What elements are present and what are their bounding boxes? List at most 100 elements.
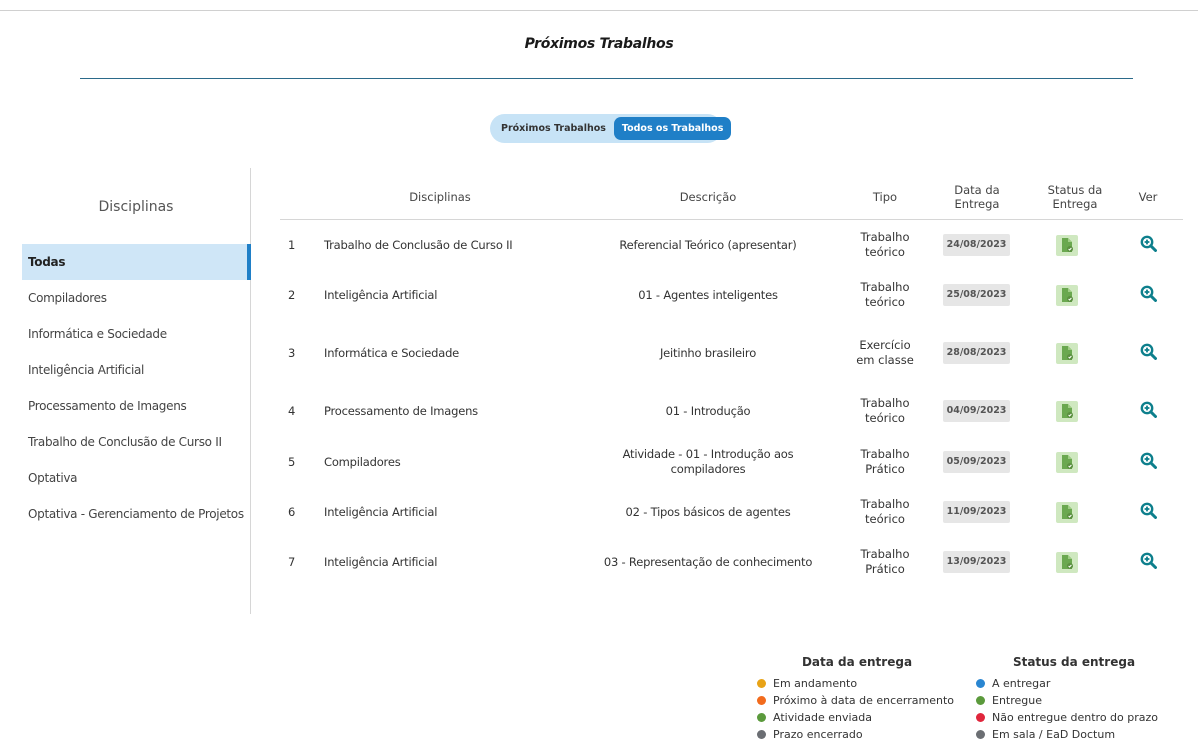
col-header-ver: Ver <box>1138 190 1158 205</box>
row-ver <box>1136 386 1160 436</box>
zoom-in-icon[interactable] <box>1140 502 1157 523</box>
legend-label: A entregar <box>992 677 1051 690</box>
sidebar-item-processamento-de-imagens[interactable]: Processamento de Imagens <box>22 388 251 424</box>
file-delivered-icon[interactable] <box>1056 400 1078 422</box>
sidebar-item-label: Informática e Sociedade <box>28 327 167 341</box>
sidebar-item-inteligencia-artificial[interactable]: Inteligência Artificial <box>22 352 251 388</box>
sidebar-item-informatica-e-sociedade[interactable]: Informática e Sociedade <box>22 316 251 352</box>
sidebar-item-label: Optativa - Gerenciamento de Projetos <box>28 507 244 521</box>
status-dot <box>976 679 985 688</box>
legend-data-entrega: Data da entrega Em andamento Próximo à d… <box>757 655 957 743</box>
legend-title: Data da entrega <box>801 655 913 669</box>
row-descricao: 03 - Representação de conhecimento <box>603 554 813 569</box>
status-dot <box>757 696 766 705</box>
row-number: 2 <box>288 287 296 302</box>
view-toggle: Próximos Trabalhos Todos os Trabalhos <box>490 114 732 143</box>
legend-label: Em andamento <box>773 677 858 690</box>
row-tipo: Trabalho teórico <box>860 280 910 309</box>
sidebar-item-optativa[interactable]: Optativa <box>22 460 251 496</box>
sidebar-item-todas[interactable]: Todas <box>22 244 251 280</box>
row-descricao: 02 - Tipos básicos de agentes <box>625 504 791 519</box>
sidebar-item-label: Inteligência Artificial <box>28 363 145 377</box>
sidebar-item-label: Todas <box>28 255 66 269</box>
sidebar-item-compiladores[interactable]: Compiladores <box>22 280 251 316</box>
row-date: 28/08/2023 <box>942 322 1011 384</box>
table-row: 5 Compiladores Atividade - 01 - Introduç… <box>280 437 1183 487</box>
date-badge: 04/09/2023 <box>942 399 1011 423</box>
status-dot <box>757 713 766 722</box>
legend-item: Prazo encerrado <box>757 726 957 743</box>
row-status <box>1055 386 1079 436</box>
sidebar-item-tcc-ii[interactable]: Trabalho de Conclusão de Curso II <box>22 424 251 460</box>
file-delivered-icon[interactable] <box>1056 451 1078 473</box>
sidebar-item-optativa-gerenciamento[interactable]: Optativa - Gerenciamento de Projetos <box>22 496 251 532</box>
toggle-upcoming-works[interactable]: Próximos Trabalhos <box>493 117 614 140</box>
row-descricao: Jeitinho brasileiro <box>659 345 757 360</box>
legend-item: Não entregue dentro do prazo <box>976 709 1172 726</box>
page-title: Próximos Trabalhos <box>524 36 674 52</box>
row-date: 04/09/2023 <box>942 386 1011 436</box>
legend-item: Em sala / EaD Doctum <box>976 726 1172 743</box>
top-divider <box>0 10 1198 11</box>
row-ver <box>1136 322 1160 384</box>
table-row: 2 Inteligência Artificial 01 - Agentes i… <box>280 270 1183 320</box>
zoom-in-icon[interactable] <box>1140 285 1157 306</box>
row-number: 6 <box>288 504 296 519</box>
zoom-in-icon[interactable] <box>1140 235 1157 256</box>
legend-label: Não entregue dentro do prazo <box>992 711 1159 724</box>
file-delivered-icon[interactable] <box>1056 284 1078 306</box>
row-disciplina: Inteligência Artificial <box>324 287 438 302</box>
row-number: 3 <box>288 345 296 360</box>
row-date: 11/09/2023 <box>942 487 1011 537</box>
row-status <box>1055 437 1079 487</box>
status-dot <box>976 730 985 739</box>
col-header-disciplinas: Disciplinas <box>409 190 471 205</box>
zoom-in-icon[interactable] <box>1140 401 1157 422</box>
file-delivered-icon[interactable] <box>1056 342 1078 364</box>
row-ver <box>1136 270 1160 320</box>
date-badge: 05/09/2023 <box>942 450 1011 474</box>
legend-label: Prazo encerrado <box>773 728 863 741</box>
zoom-in-icon[interactable] <box>1140 343 1157 364</box>
file-delivered-icon[interactable] <box>1056 501 1078 523</box>
table-row: 3 Informática e Sociedade Jeitinho brasi… <box>280 322 1183 384</box>
row-descricao: 01 - Agentes inteligentes <box>638 287 778 302</box>
col-header-status: Status da Entrega <box>1047 183 1103 211</box>
file-delivered-icon[interactable] <box>1056 551 1078 573</box>
row-date: 05/09/2023 <box>942 437 1011 487</box>
table-row: 6 Inteligência Artificial 02 - Tipos bás… <box>280 487 1183 537</box>
row-disciplina: Inteligência Artificial <box>324 554 438 569</box>
row-tipo: Trabalho Prático <box>860 547 910 576</box>
zoom-in-icon[interactable] <box>1140 552 1157 573</box>
legend-title: Status da entrega <box>1012 655 1136 669</box>
legend-item: Atividade enviada <box>757 709 957 726</box>
row-number: 1 <box>288 237 296 252</box>
legend-item: Próximo à data de encerramento <box>757 692 957 709</box>
row-status <box>1055 487 1079 537</box>
row-date: 24/08/2023 <box>942 220 1011 270</box>
status-dot <box>757 679 766 688</box>
date-badge: 11/09/2023 <box>942 500 1011 524</box>
col-header-tipo: Tipo <box>872 190 898 205</box>
toggle-all-works[interactable]: Todos os Trabalhos <box>613 117 732 140</box>
zoom-in-icon[interactable] <box>1140 452 1157 473</box>
row-disciplina: Compiladores <box>324 454 401 469</box>
row-descricao: Referencial Teórico (apresentar) <box>619 237 797 252</box>
file-delivered-icon[interactable] <box>1056 234 1078 256</box>
status-dot <box>976 713 985 722</box>
row-tipo: Trabalho teórico <box>860 396 910 425</box>
date-badge: 13/09/2023 <box>942 550 1011 574</box>
row-date: 13/09/2023 <box>942 537 1011 587</box>
row-descricao: 01 - Introdução <box>665 403 751 418</box>
status-dot <box>976 696 985 705</box>
row-tipo: Trabalho teórico <box>860 497 910 526</box>
row-disciplina: Informática e Sociedade <box>324 345 460 360</box>
sidebar-item-label: Optativa <box>28 471 78 485</box>
row-disciplina: Inteligência Artificial <box>324 504 438 519</box>
table-row: 7 Inteligência Artificial 03 - Represent… <box>280 537 1183 587</box>
row-number: 4 <box>288 403 296 418</box>
row-status <box>1055 270 1079 320</box>
legend-label: Entregue <box>992 694 1043 707</box>
row-ver <box>1136 537 1160 587</box>
row-disciplina: Processamento de Imagens <box>324 403 478 418</box>
